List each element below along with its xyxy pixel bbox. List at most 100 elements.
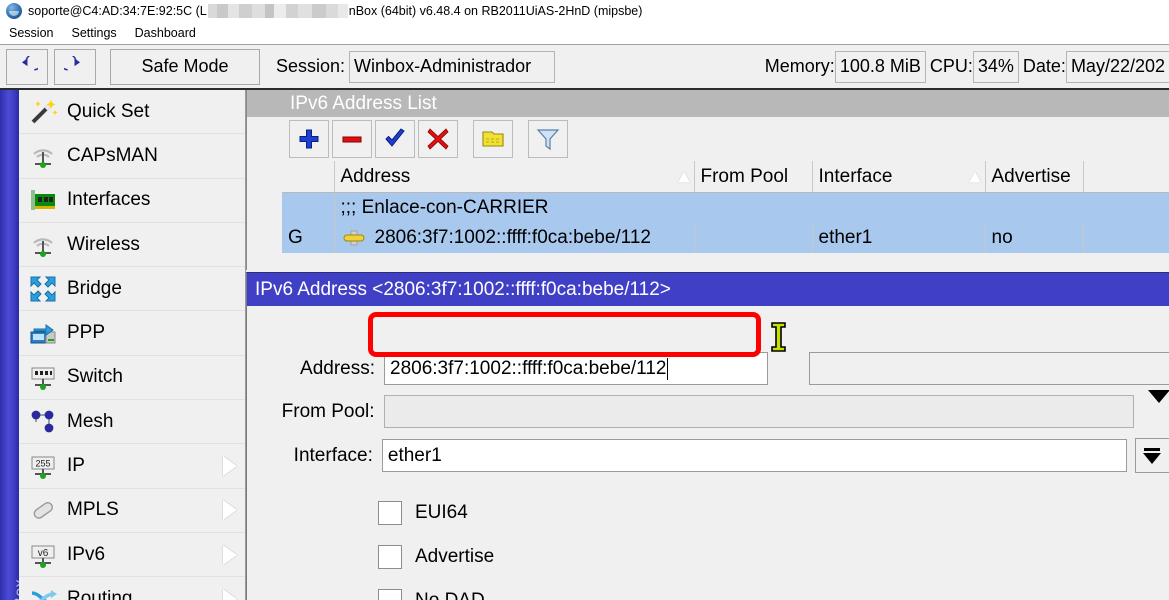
interface-dropdown-button[interactable]: [1135, 438, 1169, 473]
add-button[interactable]: [289, 120, 329, 158]
ip-255-icon: 255: [28, 451, 58, 481]
chevron-right-icon: [223, 545, 237, 565]
advertise-checkbox-row[interactable]: Advertise: [378, 545, 494, 569]
session-value-field[interactable]: Winbox-Administrador: [349, 51, 555, 83]
row-flags: G: [282, 223, 334, 253]
column-header-interface-label: Interface: [819, 166, 893, 187]
svg-text:v6: v6: [38, 548, 49, 559]
ipv6-address-table: Address From Pool Interface Advertise ;;…: [282, 161, 1169, 253]
combo-bar-icon: [1144, 448, 1160, 451]
date-value: May/22/202: [1066, 51, 1169, 83]
disable-button[interactable]: [418, 120, 458, 158]
chevron-right-icon: [223, 589, 237, 600]
window-titlebar: soporte@C4:AD:34:7E:92:5C (L nBox (64bit…: [0, 0, 1169, 23]
sidebar-item-wireless[interactable]: Wireless: [19, 223, 245, 267]
address-row: Address: 2806:3f7:1002::ffff:f0ca:bebe/1…: [247, 352, 1169, 385]
column-header-interface[interactable]: Interface: [812, 161, 985, 193]
redo-arrow-icon: [64, 56, 86, 78]
session-label: Session:: [276, 56, 345, 77]
mesh-nodes-icon: [28, 407, 58, 437]
address-pill-icon: [343, 230, 365, 246]
from-pool-label: From Pool:: [247, 401, 384, 423]
sidebar-item-label: CAPsMAN: [67, 145, 158, 167]
column-header-extra[interactable]: [1083, 161, 1169, 193]
from-pool-row: From Pool:: [247, 395, 1169, 428]
list-window-title: IPv6 Address List: [282, 90, 1169, 117]
sidebar-item-routing[interactable]: Routing: [19, 577, 245, 600]
undo-button[interactable]: [6, 49, 48, 85]
sidebar-item-label: Mesh: [67, 411, 113, 433]
sidebar-item-mpls[interactable]: MPLS: [19, 489, 245, 533]
sidebar-item-ip[interactable]: 255 IP: [19, 444, 245, 488]
chevron-down-icon: [1143, 453, 1161, 464]
sidebar-item-label: Bridge: [67, 278, 122, 300]
eui64-label: EUI64: [415, 502, 468, 524]
advertise-checkbox[interactable]: [378, 545, 402, 569]
ipv6-address-list-window: IPv6 Address List: [246, 90, 1169, 270]
address-input[interactable]: 2806:3f7:1002::ffff:f0ca:bebe/112: [384, 352, 768, 385]
remove-button[interactable]: [332, 120, 372, 158]
row-interface: ether1: [812, 223, 985, 253]
ipv6-v6-icon: v6: [28, 540, 58, 570]
mpls-tag-icon: [28, 495, 58, 525]
comment-button[interactable]: [473, 120, 513, 158]
sidebar-item-label: MPLS: [67, 499, 119, 521]
memory-label: Memory:: [765, 56, 835, 77]
eui64-checkbox[interactable]: [378, 501, 402, 525]
sidebar-item-label: Interfaces: [67, 189, 150, 211]
chevron-down-icon: [1148, 390, 1169, 420]
from-pool-input[interactable]: [384, 395, 1134, 428]
winbox-application-window: soporte@C4:AD:34:7E:92:5C (L nBox (64bit…: [0, 0, 1169, 600]
menu-item-session[interactable]: Session: [0, 23, 62, 43]
plus-icon: [297, 127, 321, 151]
undo-arrow-icon: [16, 56, 38, 78]
table-row[interactable]: G 2806:3f7:1002::ffff:f0ca:bebe/112: [282, 223, 1169, 253]
table-header-row: Address From Pool Interface Advertise: [282, 161, 1169, 193]
safe-mode-button[interactable]: Safe Mode: [110, 49, 260, 85]
row-address-cell: 2806:3f7:1002::ffff:f0ca:bebe/112: [334, 223, 694, 253]
column-header-from-pool[interactable]: From Pool: [694, 161, 812, 193]
filter-button[interactable]: [528, 120, 568, 158]
menu-item-dashboard[interactable]: Dashboard: [126, 23, 205, 43]
sidebar-item-ipv6[interactable]: v6 IPv6: [19, 533, 245, 577]
column-header-advertise[interactable]: Advertise: [985, 161, 1083, 193]
sidebar-item-label: Switch: [67, 366, 123, 388]
table-row-comment[interactable]: ;;; Enlace-con-CARRIER: [282, 193, 1169, 224]
cpu-label: CPU:: [930, 56, 973, 77]
from-pool-dropdown-button[interactable]: [1148, 403, 1169, 421]
dialog-title: IPv6 Address <2806:3f7:1002::ffff:f0ca:b…: [247, 273, 1169, 306]
text-ibeam-cursor: [770, 322, 787, 352]
sidebar-item-ppp[interactable]: PPP: [19, 311, 245, 355]
left-accent-strip: nBox: [0, 90, 19, 600]
column-header-flags[interactable]: [282, 161, 334, 193]
magic-wand-icon: [28, 97, 58, 127]
sidebar-item-quick-set[interactable]: Quick Set: [19, 90, 245, 134]
eui64-checkbox-row[interactable]: EUI64: [378, 501, 468, 525]
column-header-address[interactable]: Address: [334, 161, 694, 193]
comment-flag-cell: [282, 193, 334, 224]
row-advertise: no: [985, 223, 1083, 253]
switch-icon: [28, 362, 58, 392]
sidebar-item-mesh[interactable]: Mesh: [19, 400, 245, 444]
ipv6-address-dialog: IPv6 Address <2806:3f7:1002::ffff:f0ca:b…: [246, 272, 1169, 600]
interface-input[interactable]: ether1: [382, 439, 1127, 472]
interface-row: Interface: ether1: [247, 438, 1169, 473]
no-dad-checkbox[interactable]: [378, 589, 402, 600]
sidebar-item-capsman[interactable]: CAPsMAN: [19, 134, 245, 178]
sort-arrow-icon: [678, 171, 690, 182]
menu-item-settings[interactable]: Settings: [62, 23, 125, 43]
sidebar-menu: Quick Set CAPsMAN: [19, 90, 246, 600]
enable-button[interactable]: [375, 120, 415, 158]
address-overflow-area: [809, 352, 1169, 385]
redacted-title-region: [208, 4, 348, 18]
redo-button[interactable]: [54, 49, 96, 85]
sidebar-item-switch[interactable]: Switch: [19, 356, 245, 400]
funnel-icon: [536, 127, 560, 151]
date-label: Date:: [1023, 56, 1066, 77]
memory-value: 100.8 MiB: [835, 51, 926, 83]
no-dad-label: No DAD: [415, 590, 485, 600]
no-dad-checkbox-row[interactable]: No DAD: [378, 589, 485, 600]
sidebar-item-bridge[interactable]: Bridge: [19, 267, 245, 311]
ppp-connection-icon: [28, 318, 58, 348]
sidebar-item-interfaces[interactable]: Interfaces: [19, 179, 245, 223]
